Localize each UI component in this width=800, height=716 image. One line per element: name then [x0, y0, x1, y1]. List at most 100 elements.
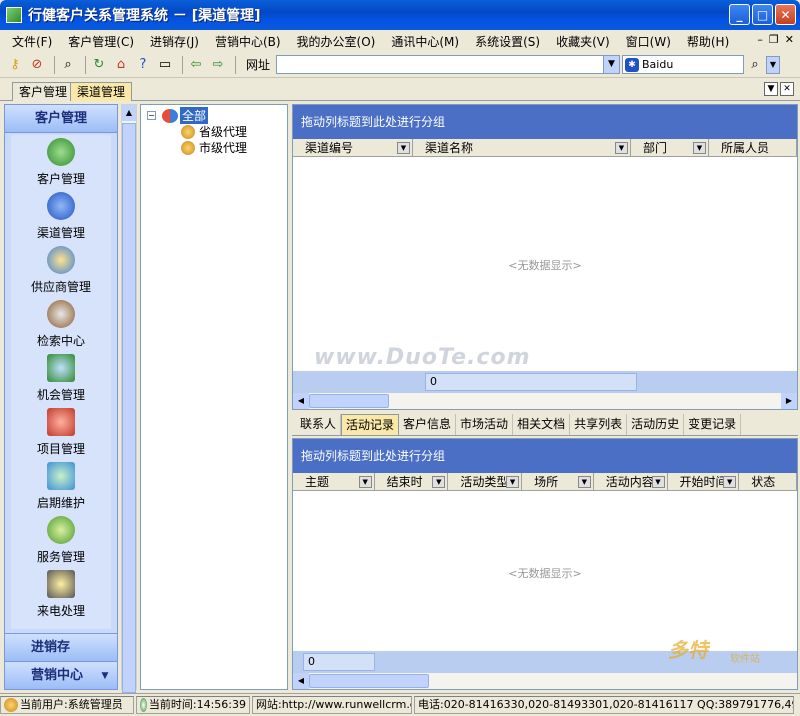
help-icon[interactable]: ? — [134, 56, 152, 74]
nav-label: 检索中心 — [36, 334, 85, 348]
menu-customer[interactable]: 客户管理(C) — [60, 33, 142, 50]
nav-item-supplier[interactable]: 供应商管理 — [11, 243, 111, 297]
menu-help[interactable]: 帮助(H) — [679, 33, 737, 50]
scroll-thumb[interactable] — [309, 394, 389, 408]
chevron-down-icon[interactable]: ▼ — [99, 670, 111, 682]
nav-label: 机会管理 — [36, 388, 85, 402]
filter-dropdown-icon[interactable]: ▼ — [397, 142, 410, 154]
tab-customer-info[interactable]: 客户信息 — [399, 414, 457, 435]
nav-scrollbar[interactable]: ▲ — [121, 104, 137, 693]
forward-arrow-icon[interactable]: ⇨ — [209, 56, 227, 74]
tree-node-provincial[interactable]: 省级代理 — [181, 123, 247, 140]
stop-icon[interactable]: ⊘ — [28, 56, 46, 74]
filter-dropdown-icon[interactable]: ▼ — [577, 476, 591, 488]
mdi-minimize-icon[interactable]: – — [757, 33, 763, 46]
column-subject[interactable]: 主题 ▼ — [293, 473, 375, 490]
scroll-thumb[interactable] — [122, 123, 136, 693]
home-icon[interactable]: ⌂ — [112, 56, 130, 74]
group-by-area[interactable]: 拖动列标题到此处进行分组 — [293, 439, 797, 473]
nav-footer-marketing[interactable]: 营销中心 ▼ — [5, 661, 117, 689]
search-icon[interactable]: ⌕ — [59, 56, 77, 74]
status-user-text: 当前用户:系统管理员 — [20, 698, 123, 711]
filter-dropdown-icon[interactable]: ▼ — [506, 476, 520, 488]
filter-dropdown-icon[interactable]: ▼ — [615, 142, 628, 154]
column-activity-type[interactable]: 活动类型 ▼ — [448, 473, 523, 490]
nav-item-opportunity[interactable]: 机会管理 — [11, 351, 111, 405]
nav-item-maintenance[interactable]: 启期维护 — [11, 459, 111, 513]
mdi-close-icon[interactable]: ✕ — [785, 33, 794, 46]
user-icon — [4, 698, 18, 712]
tab-activity-history[interactable]: 活动历史 — [627, 414, 685, 435]
tab-share-list[interactable]: 共享列表 — [570, 414, 628, 435]
tab-close-icon[interactable]: ✕ — [780, 82, 794, 96]
scroll-right-icon[interactable]: ▶ — [781, 393, 797, 409]
menu-settings[interactable]: 系统设置(S) — [467, 33, 548, 50]
filter-dropdown-icon[interactable]: ▼ — [358, 476, 372, 488]
nav-item-service[interactable]: 服务管理 — [11, 513, 111, 567]
menu-window[interactable]: 窗口(W) — [618, 33, 679, 50]
chevron-down-icon[interactable]: ▼ — [603, 56, 620, 73]
toolbar-separator — [54, 55, 55, 74]
filter-dropdown-icon[interactable]: ▼ — [432, 476, 446, 488]
column-start-time[interactable]: 开始时间 ▼ — [668, 473, 740, 490]
tree-node-city[interactable]: 市级代理 — [181, 139, 247, 156]
tab-related-docs[interactable]: 相关文档 — [513, 414, 571, 435]
scroll-up-icon[interactable]: ▲ — [122, 105, 136, 121]
window-icon[interactable]: ▭ — [156, 56, 174, 74]
search-engine-input[interactable]: ✱ Baidu — [622, 55, 744, 74]
scroll-left-icon[interactable]: ◀ — [293, 673, 309, 689]
nav-item-project[interactable]: 项目管理 — [11, 405, 111, 459]
tree-root[interactable]: − 全部 — [147, 107, 209, 124]
tab-change-log[interactable]: 变更记录 — [684, 414, 742, 435]
magnifier-icon[interactable]: ⌕ — [746, 56, 764, 74]
menu-inventory[interactable]: 进销存(J) — [142, 33, 207, 50]
filter-dropdown-icon[interactable]: ▼ — [693, 142, 706, 154]
menu-favorites[interactable]: 收藏夹(V) — [548, 33, 618, 50]
tab-contacts[interactable]: 联系人 — [296, 414, 342, 435]
tab-channel[interactable]: 渠道管理 — [70, 82, 133, 101]
column-end-time[interactable]: 结束时 ▼ — [375, 473, 449, 490]
group-by-area[interactable]: 拖动列标题到此处进行分组 — [293, 105, 797, 139]
column-channel-name[interactable]: 渠道名称 ▼ — [413, 139, 631, 156]
menu-office[interactable]: 我的办公室(O) — [289, 33, 384, 50]
tab-market-activity[interactable]: 市场活动 — [456, 414, 514, 435]
column-channel-id[interactable]: 渠道编号 ▼ — [293, 139, 413, 156]
nav-item-call[interactable]: 来电处理 — [11, 567, 111, 621]
nav-footer-inventory[interactable]: 进销存 — [5, 633, 117, 661]
app-icon — [6, 7, 22, 23]
column-content[interactable]: 活动内容 ▼ — [594, 473, 668, 490]
menu-file[interactable]: 文件(F) — [4, 33, 60, 50]
refresh-icon[interactable]: ↻ — [90, 56, 108, 74]
scroll-thumb[interactable] — [309, 674, 429, 688]
column-label: 所属人员 — [721, 141, 770, 155]
tab-activity-records[interactable]: 活动记录 — [341, 414, 400, 435]
column-label: 活动内容 — [605, 475, 654, 489]
filter-dropdown-icon[interactable]: ▼ — [723, 476, 737, 488]
column-location[interactable]: 场所 ▼ — [522, 473, 594, 490]
nav-item-channel[interactable]: 渠道管理 — [11, 189, 111, 243]
nav-header[interactable]: 客户管理 — [5, 105, 117, 133]
scroll-left-icon[interactable]: ◀ — [293, 393, 309, 409]
horizontal-scrollbar[interactable]: ◀ ▶ — [293, 393, 797, 409]
column-department[interactable]: 部门 ▼ — [631, 139, 709, 156]
nav-item-search[interactable]: 检索中心 — [11, 297, 111, 351]
nav-item-customer[interactable]: 客户管理 — [11, 135, 111, 189]
filter-dropdown-icon[interactable]: ▼ — [651, 476, 665, 488]
horizontal-scrollbar[interactable]: ◀ — [293, 673, 797, 689]
key-icon[interactable]: ⚷ — [6, 56, 24, 74]
mdi-restore-icon[interactable]: ❐ — [769, 33, 779, 46]
address-input[interactable]: ▼ — [276, 55, 621, 74]
tab-list-icon[interactable]: ▼ — [764, 82, 778, 96]
tab-customer[interactable]: 客户管理 — [12, 82, 75, 101]
menu-marketing[interactable]: 营销中心(B) — [207, 33, 289, 50]
minimize-button[interactable]: _ — [729, 4, 750, 25]
chevron-down-icon[interactable]: ▼ — [766, 55, 780, 74]
collapse-icon[interactable]: − — [147, 111, 156, 120]
column-owner[interactable]: 所属人员 — [709, 139, 797, 156]
column-status[interactable]: 状态 — [739, 473, 797, 490]
close-button[interactable]: ✕ — [775, 4, 796, 25]
back-arrow-icon[interactable]: ⇦ — [187, 56, 205, 74]
maximize-button[interactable]: □ — [752, 4, 773, 25]
menu-comm[interactable]: 通讯中心(M) — [383, 33, 467, 50]
activity-grid: 拖动列标题到此处进行分组 主题 ▼ 结束时 ▼ 活动类型 ▼ 场所 ▼ 活动内容… — [292, 438, 798, 690]
